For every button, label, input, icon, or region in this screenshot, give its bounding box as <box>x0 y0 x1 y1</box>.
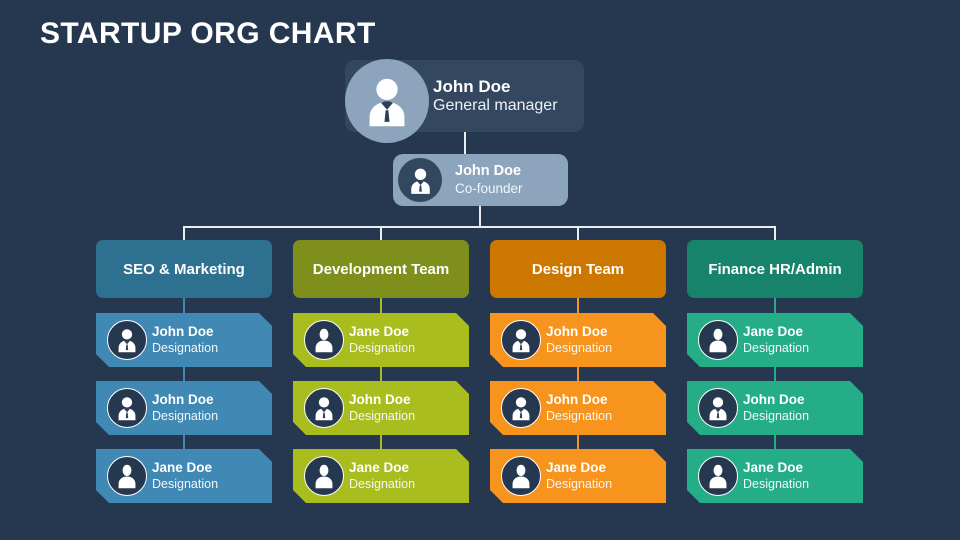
cofounder-name: John Doe <box>455 163 522 180</box>
person-avatar-male-icon <box>107 388 147 428</box>
connector-line-vertical <box>183 367 185 381</box>
connector-line-vertical <box>774 435 776 449</box>
person-avatar-female-icon <box>698 320 738 360</box>
person-avatar-female-icon <box>304 456 344 496</box>
member-designation: Designation <box>152 476 219 491</box>
member-designation: Designation <box>349 408 416 423</box>
connector-line-vertical <box>577 298 579 313</box>
person-avatar-male-icon <box>501 320 541 360</box>
org-chart-canvas: STARTUP ORG CHART John Doe General manag… <box>0 0 960 540</box>
person-avatar-male-icon <box>398 158 442 202</box>
member-card[interactable]: John Doe Designation <box>490 313 666 367</box>
member-name: John Doe <box>546 324 608 340</box>
member-card[interactable]: John Doe Designation <box>490 381 666 435</box>
connector-line-vertical <box>479 206 481 227</box>
member-name: John Doe <box>152 324 214 340</box>
member-card[interactable]: Jane Doe Designation <box>96 449 272 503</box>
member-name: Jane Doe <box>349 460 410 476</box>
department-header-4[interactable]: Finance HR/Admin <box>687 240 863 298</box>
department-label: SEO & Marketing <box>123 260 245 278</box>
cofounder-role: Co-founder <box>455 180 523 196</box>
department-header-3[interactable]: Design Team <box>490 240 666 298</box>
person-avatar-female-icon <box>501 456 541 496</box>
connector-line-vertical <box>577 435 579 449</box>
person-avatar-male-icon <box>304 388 344 428</box>
connector-line-vertical <box>577 226 579 240</box>
member-name: Jane Doe <box>546 460 607 476</box>
member-designation: Designation <box>546 476 613 491</box>
member-designation: Designation <box>743 476 810 491</box>
connector-line-vertical <box>183 226 185 240</box>
member-name: Jane Doe <box>743 460 804 476</box>
member-card[interactable]: John Doe Designation <box>293 381 469 435</box>
member-name: John Doe <box>152 392 214 408</box>
connector-line-vertical <box>380 298 382 313</box>
member-designation: Designation <box>349 476 416 491</box>
general-manager-role: General manager <box>433 96 558 114</box>
member-card[interactable]: John Doe Designation <box>96 381 272 435</box>
general-manager-name: John Doe <box>433 76 511 96</box>
member-card[interactable]: Jane Doe Designation <box>490 449 666 503</box>
member-name: John Doe <box>349 392 411 408</box>
department-label: Design Team <box>531 260 625 278</box>
department-header-1[interactable]: SEO & Marketing <box>96 240 272 298</box>
page-title: STARTUP ORG CHART <box>40 17 376 50</box>
person-avatar-male-icon <box>345 59 429 143</box>
connector-line-vertical <box>774 298 776 313</box>
member-designation: Designation <box>152 408 219 423</box>
member-name: John Doe <box>546 392 608 408</box>
connector-line-vertical <box>380 367 382 381</box>
person-avatar-male-icon <box>698 388 738 428</box>
member-name: Jane Doe <box>152 460 213 476</box>
connector-line-vertical <box>774 226 776 240</box>
member-name: Jane Doe <box>349 324 410 340</box>
department-label: Finance HR/Admin <box>708 260 842 278</box>
connector-line-vertical <box>380 226 382 240</box>
connector-line-vertical <box>380 435 382 449</box>
connector-line-vertical <box>577 367 579 381</box>
member-card[interactable]: Jane Doe Designation <box>687 449 863 503</box>
member-designation: Designation <box>743 340 810 355</box>
connector-line-vertical <box>183 298 185 313</box>
connector-line-vertical <box>463 132 466 154</box>
connector-line-vertical <box>774 367 776 381</box>
connector-line-vertical <box>183 435 185 449</box>
person-avatar-female-icon <box>107 456 147 496</box>
member-name: John Doe <box>743 392 805 408</box>
member-card[interactable]: Jane Doe Designation <box>687 313 863 367</box>
member-card[interactable]: John Doe Designation <box>96 313 272 367</box>
member-card[interactable]: John Doe Designation <box>687 381 863 435</box>
person-avatar-male-icon <box>501 388 541 428</box>
department-header-2[interactable]: Development Team <box>293 240 469 298</box>
member-card[interactable]: Jane Doe Designation <box>293 449 469 503</box>
department-label: Development Team <box>312 260 450 278</box>
member-designation: Designation <box>152 340 219 355</box>
member-card[interactable]: Jane Doe Designation <box>293 313 469 367</box>
member-designation: Designation <box>743 408 810 423</box>
member-designation: Designation <box>349 340 416 355</box>
member-name: Jane Doe <box>743 324 804 340</box>
person-avatar-male-icon <box>107 320 147 360</box>
connector-line-horizontal <box>184 226 775 228</box>
person-avatar-female-icon <box>304 320 344 360</box>
person-avatar-female-icon <box>698 456 738 496</box>
member-designation: Designation <box>546 408 613 423</box>
member-designation: Designation <box>546 340 613 355</box>
